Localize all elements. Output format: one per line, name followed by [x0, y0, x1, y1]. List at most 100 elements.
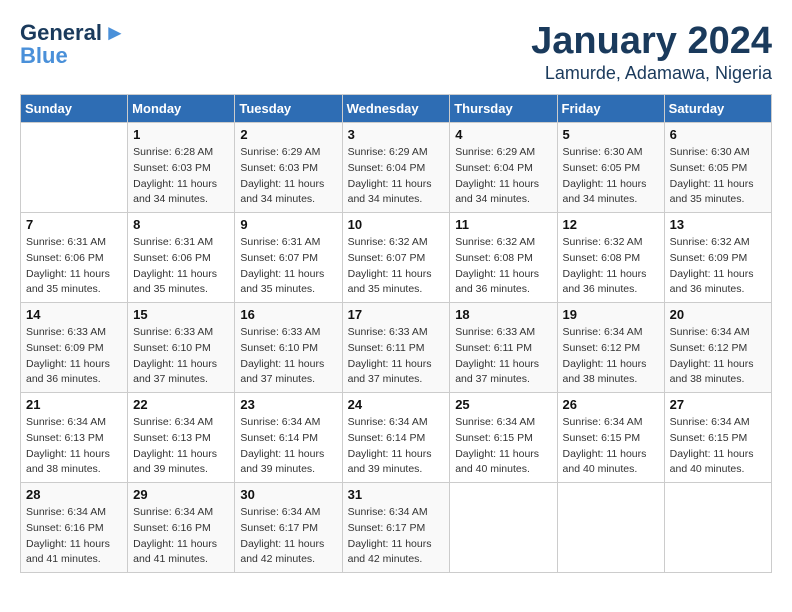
calendar-cell: [557, 483, 664, 573]
calendar-body: 1Sunrise: 6:28 AMSunset: 6:03 PMDaylight…: [21, 123, 772, 573]
day-info: Sunrise: 6:34 AMSunset: 6:16 PMDaylight:…: [26, 505, 122, 568]
calendar-cell: 8 Sunrise: 6:31 AMSunset: 6:06 PMDaylight…: [128, 213, 235, 303]
calendar-cell: 16 Sunrise: 6:33 AMSunset: 6:10 PMDayligh…: [235, 303, 342, 393]
day-info: Sunrise: 6:32 AMSunset: 6:07 PMDaylight:…: [348, 235, 445, 298]
day-number: 6: [670, 127, 766, 142]
calendar-cell: 18 Sunrise: 6:33 AMSunset: 6:11 PMDayligh…: [450, 303, 557, 393]
day-info: Sunrise: 6:34 AMSunset: 6:15 PMDaylight:…: [563, 415, 659, 478]
day-number: 29: [133, 487, 229, 502]
calendar-cell: 11 Sunrise: 6:32 AMSunset: 6:08 PMDayligh…: [450, 213, 557, 303]
day-info: Sunrise: 6:30 AMSunset: 6:05 PMDaylight:…: [563, 145, 659, 208]
day-info: Sunrise: 6:32 AMSunset: 6:08 PMDaylight:…: [563, 235, 659, 298]
calendar-cell: 13 Sunrise: 6:32 AMSunset: 6:09 PMDayligh…: [664, 213, 771, 303]
day-number: 7: [26, 217, 122, 232]
day-info: Sunrise: 6:33 AMSunset: 6:11 PMDaylight:…: [348, 325, 445, 388]
day-number: 26: [563, 397, 659, 412]
day-number: 24: [348, 397, 445, 412]
header-day-saturday: Saturday: [664, 95, 771, 123]
calendar-cell: 1Sunrise: 6:28 AMSunset: 6:03 PMDaylight…: [128, 123, 235, 213]
calendar-header-row: SundayMondayTuesdayWednesdayThursdayFrid…: [21, 95, 772, 123]
header-day-sunday: Sunday: [21, 95, 128, 123]
day-info: Sunrise: 6:34 AMSunset: 6:17 PMDaylight:…: [348, 505, 445, 568]
day-info: Sunrise: 6:31 AMSunset: 6:07 PMDaylight:…: [240, 235, 336, 298]
logo-text: General►: [20, 20, 126, 45]
day-number: 8: [133, 217, 229, 232]
calendar-week-5: 28Sunrise: 6:34 AMSunset: 6:16 PMDayligh…: [21, 483, 772, 573]
calendar-cell: 2 Sunrise: 6:29 AMSunset: 6:03 PMDaylight…: [235, 123, 342, 213]
day-info: Sunrise: 6:34 AMSunset: 6:14 PMDaylight:…: [240, 415, 336, 478]
calendar-week-2: 7 Sunrise: 6:31 AMSunset: 6:06 PMDaylight…: [21, 213, 772, 303]
calendar-cell: 26 Sunrise: 6:34 AMSunset: 6:15 PMDayligh…: [557, 393, 664, 483]
day-info: Sunrise: 6:34 AMSunset: 6:14 PMDaylight:…: [348, 415, 445, 478]
day-info: Sunrise: 6:28 AMSunset: 6:03 PMDaylight:…: [133, 145, 229, 208]
page-header: General► Blue January 2024 Lamurde, Adam…: [20, 20, 772, 84]
day-info: Sunrise: 6:33 AMSunset: 6:10 PMDaylight:…: [240, 325, 336, 388]
day-number: 19: [563, 307, 659, 322]
day-number: 23: [240, 397, 336, 412]
day-info: Sunrise: 6:29 AMSunset: 6:04 PMDaylight:…: [455, 145, 551, 208]
header-day-friday: Friday: [557, 95, 664, 123]
day-number: 9: [240, 217, 336, 232]
calendar-cell: 12 Sunrise: 6:32 AMSunset: 6:08 PMDayligh…: [557, 213, 664, 303]
calendar-cell: 21Sunrise: 6:34 AMSunset: 6:13 PMDayligh…: [21, 393, 128, 483]
day-info: Sunrise: 6:29 AMSunset: 6:03 PMDaylight:…: [240, 145, 336, 208]
day-info: Sunrise: 6:34 AMSunset: 6:15 PMDaylight:…: [455, 415, 551, 478]
calendar-cell: 4Sunrise: 6:29 AMSunset: 6:04 PMDaylight…: [450, 123, 557, 213]
day-number: 22: [133, 397, 229, 412]
calendar-cell: 29 Sunrise: 6:34 AMSunset: 6:16 PMDayligh…: [128, 483, 235, 573]
day-info: Sunrise: 6:34 AMSunset: 6:17 PMDaylight:…: [240, 505, 336, 568]
day-info: Sunrise: 6:32 AMSunset: 6:08 PMDaylight:…: [455, 235, 551, 298]
calendar-cell: 3 Sunrise: 6:29 AMSunset: 6:04 PMDaylight…: [342, 123, 450, 213]
day-number: 18: [455, 307, 551, 322]
header-day-wednesday: Wednesday: [342, 95, 450, 123]
day-number: 31: [348, 487, 445, 502]
day-number: 12: [563, 217, 659, 232]
calendar-cell: 25 Sunrise: 6:34 AMSunset: 6:15 PMDayligh…: [450, 393, 557, 483]
day-number: 13: [670, 217, 766, 232]
calendar-cell: [664, 483, 771, 573]
calendar-week-4: 21 Sunrise: 6:34 AMSunset: 6:13 PMDayligh…: [21, 393, 772, 483]
calendar-week-3: 14Sunrise: 6:33 AMSunset: 6:09 PMDayligh…: [21, 303, 772, 393]
day-number: 25: [455, 397, 551, 412]
day-number: 11: [455, 217, 551, 232]
day-number: 17: [348, 307, 445, 322]
calendar-cell: 23 Sunrise: 6:34 AMSunset: 6:14 PMDayligh…: [235, 393, 342, 483]
calendar-cell: 7 Sunrise: 6:31 AMSunset: 6:06 PMDaylight…: [21, 213, 128, 303]
day-number: 2: [240, 127, 336, 142]
header-day-tuesday: Tuesday: [235, 95, 342, 123]
day-info: Sunrise: 6:33 AMSunset: 6:11 PMDaylight:…: [455, 325, 551, 388]
day-number: 16: [240, 307, 336, 322]
day-info: Sunrise: 6:29 AMSunset: 6:04 PMDaylight:…: [348, 145, 445, 208]
day-number: 5: [563, 127, 659, 142]
calendar-table: SundayMondayTuesdayWednesdayThursdayFrid…: [20, 94, 772, 573]
calendar-cell: [450, 483, 557, 573]
calendar-cell: 19 Sunrise: 6:34 AMSunset: 6:12 PMDayligh…: [557, 303, 664, 393]
day-info: Sunrise: 6:34 AMSunset: 6:16 PMDaylight:…: [133, 505, 229, 568]
day-info: Sunrise: 6:34 AMSunset: 6:12 PMDaylight:…: [563, 325, 659, 388]
calendar-cell: 30 Sunrise: 6:34 AMSunset: 6:17 PMDayligh…: [235, 483, 342, 573]
day-info: Sunrise: 6:31 AMSunset: 6:06 PMDaylight:…: [133, 235, 229, 298]
day-number: 27: [670, 397, 766, 412]
header-day-monday: Monday: [128, 95, 235, 123]
calendar-title: January 2024: [531, 20, 772, 63]
calendar-cell: 22 Sunrise: 6:34 AMSunset: 6:13 PMDayligh…: [128, 393, 235, 483]
title-section: January 2024 Lamurde, Adamawa, Nigeria: [531, 20, 772, 84]
day-number: 20: [670, 307, 766, 322]
calendar-cell: 14Sunrise: 6:33 AMSunset: 6:09 PMDayligh…: [21, 303, 128, 393]
day-number: 30: [240, 487, 336, 502]
calendar-cell: 5 Sunrise: 6:30 AMSunset: 6:05 PMDaylight…: [557, 123, 664, 213]
day-info: Sunrise: 6:30 AMSunset: 6:05 PMDaylight:…: [670, 145, 766, 208]
day-number: 3: [348, 127, 445, 142]
day-info: Sunrise: 6:32 AMSunset: 6:09 PMDaylight:…: [670, 235, 766, 298]
day-number: 10: [348, 217, 445, 232]
calendar-cell: 10 Sunrise: 6:32 AMSunset: 6:07 PMDayligh…: [342, 213, 450, 303]
calendar-cell: 6 Sunrise: 6:30 AMSunset: 6:05 PMDaylight…: [664, 123, 771, 213]
day-info: Sunrise: 6:34 AMSunset: 6:12 PMDaylight:…: [670, 325, 766, 388]
logo: General► Blue: [20, 20, 126, 69]
calendar-cell: [21, 123, 128, 213]
day-info: Sunrise: 6:34 AMSunset: 6:13 PMDaylight:…: [133, 415, 229, 478]
day-info: Sunrise: 6:31 AMSunset: 6:06 PMDaylight:…: [26, 235, 122, 298]
calendar-week-1: 1Sunrise: 6:28 AMSunset: 6:03 PMDaylight…: [21, 123, 772, 213]
day-number: 21: [26, 397, 122, 412]
calendar-cell: 17 Sunrise: 6:33 AMSunset: 6:11 PMDayligh…: [342, 303, 450, 393]
